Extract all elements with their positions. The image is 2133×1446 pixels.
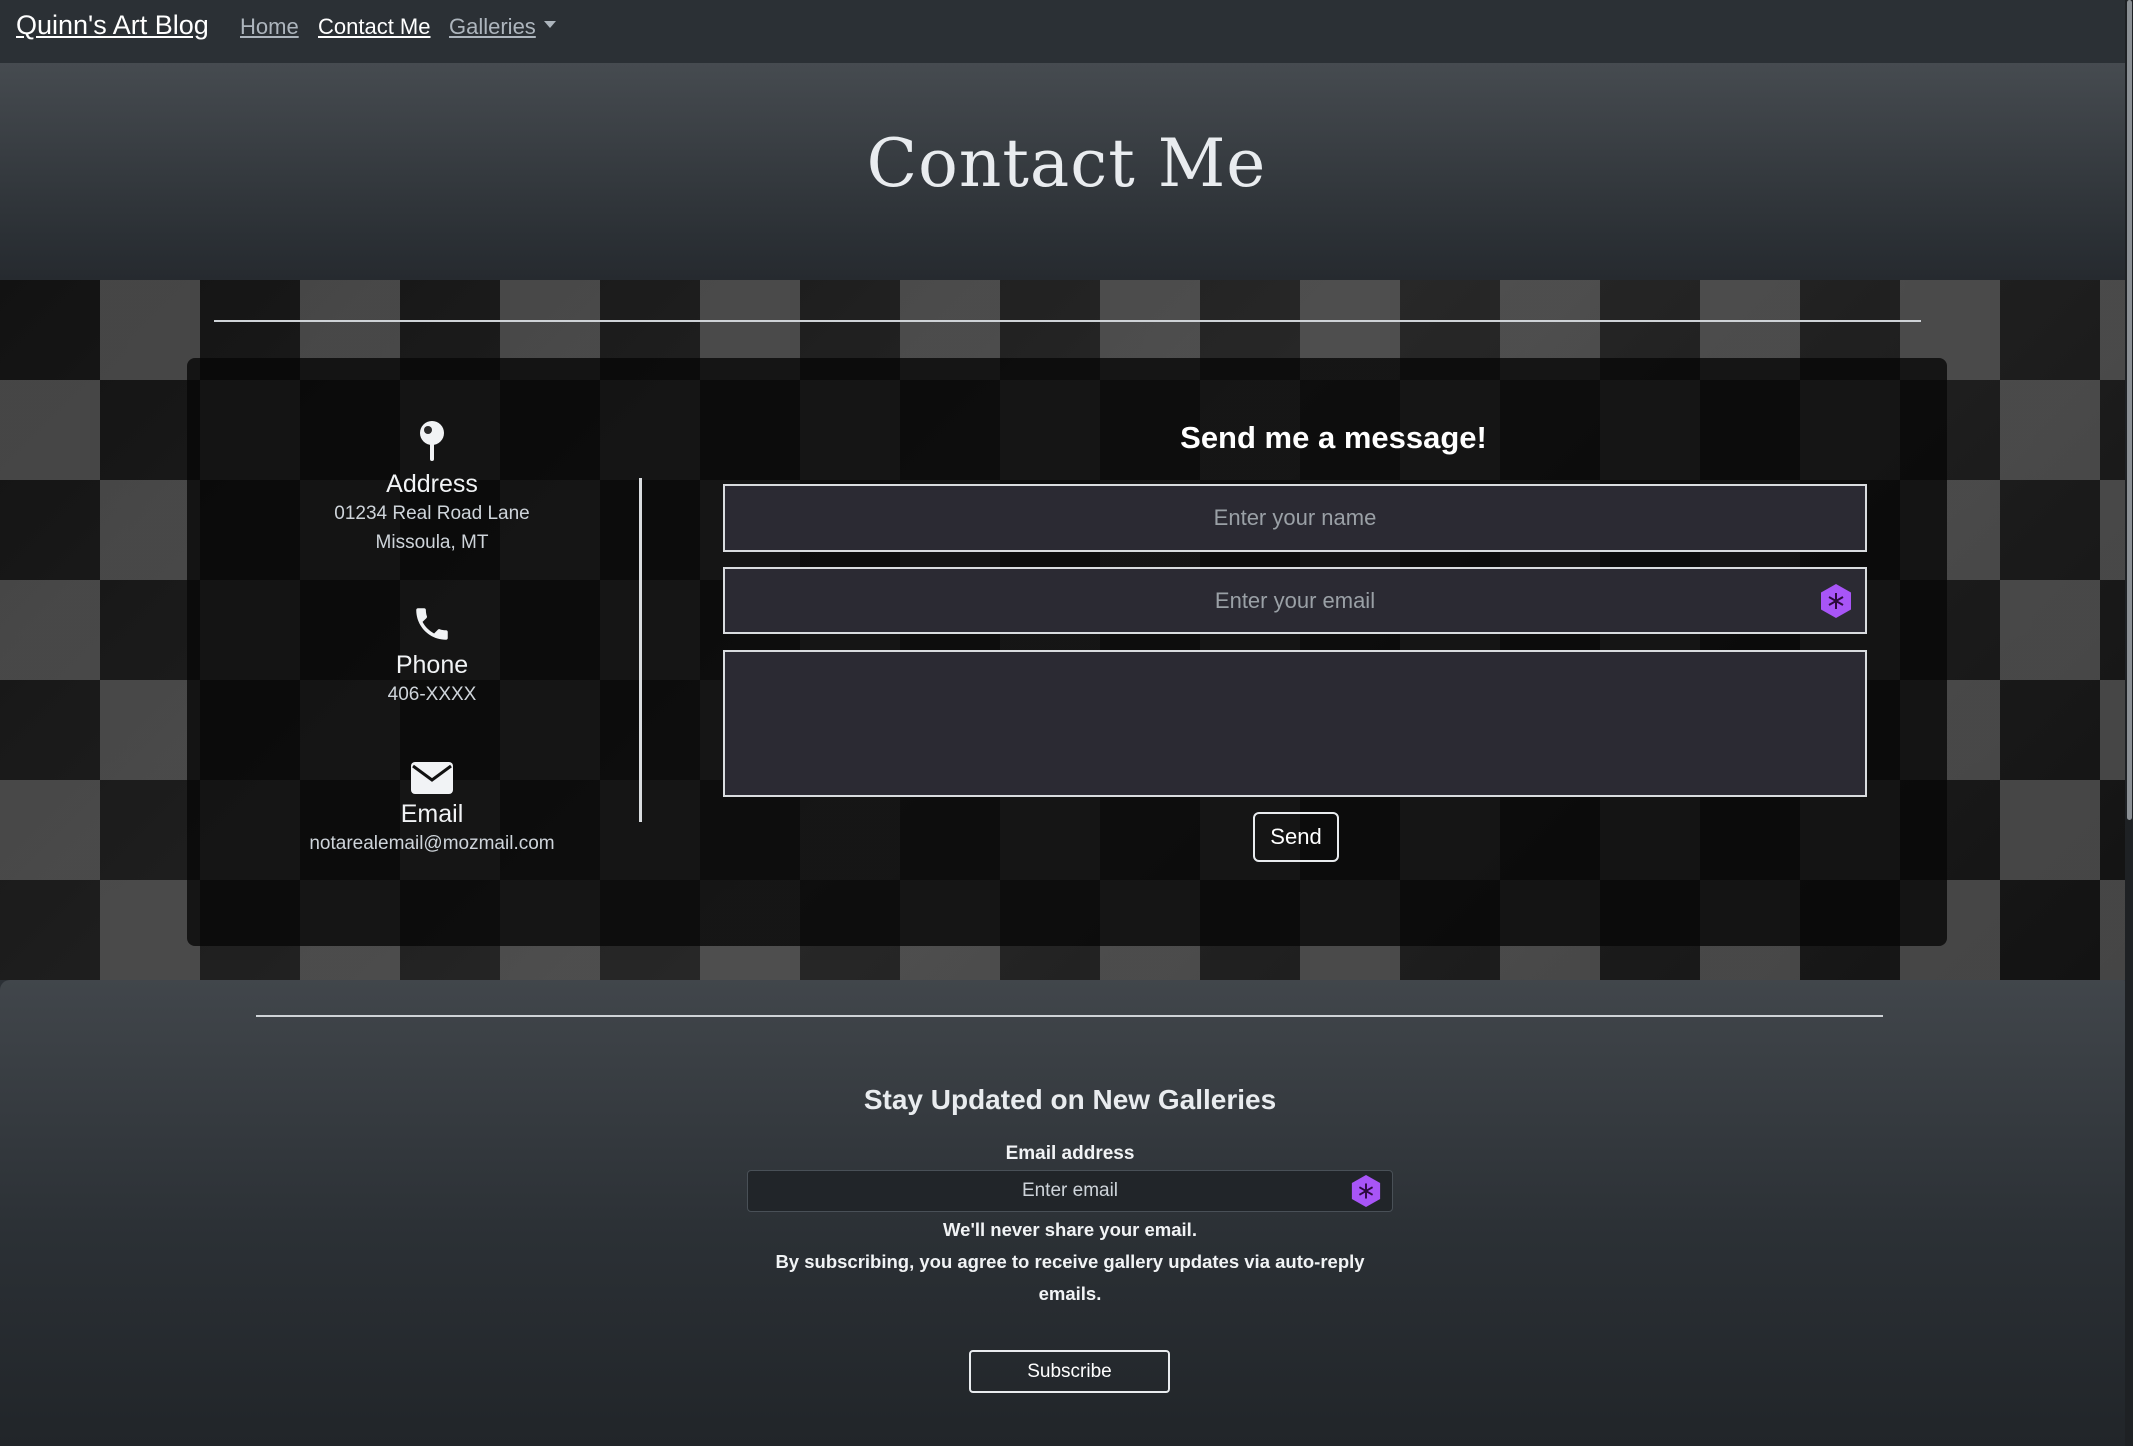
address-line1: 01234 Real Road Lane <box>334 503 530 524</box>
subscribe-button[interactable]: Subscribe <box>969 1350 1170 1393</box>
divider-line <box>256 1015 1883 1017</box>
nav-dropdown-galleries[interactable]: Galleries <box>449 14 556 40</box>
address-line2: Missoula, MT <box>375 532 489 553</box>
phone-icon <box>416 608 448 640</box>
contact-card: Address 01234 Real Road Lane Missoula, M… <box>187 358 1947 946</box>
navbar: Quinn's Art Blog Home Contact Me Galleri… <box>0 0 2133 63</box>
contact-section: Address 01234 Real Road Lane Missoula, M… <box>0 280 2133 980</box>
email-input[interactable]: Enter your email <box>723 567 1867 634</box>
vertical-divider <box>639 478 642 822</box>
nav-link-home[interactable]: Home <box>240 14 299 40</box>
email-input-placeholder: Enter your email <box>1214 588 1376 613</box>
page-scrollbar[interactable] <box>2125 0 2133 1446</box>
scrollbar-thumb[interactable] <box>2127 0 2132 820</box>
password-manager-icon[interactable] <box>1819 583 1853 619</box>
send-button[interactable]: Send <box>1253 812 1339 862</box>
galleries-label: Galleries <box>449 14 536 39</box>
password-manager-icon[interactable] <box>1350 1174 1382 1208</box>
privacy-note: We'll never share your email. <box>943 1219 1197 1240</box>
form-title: Send me a message! <box>1180 420 1487 455</box>
phone-value: 406-XXXX <box>387 684 477 705</box>
nav-link-contact[interactable]: Contact Me <box>318 14 431 40</box>
email-label: Email <box>400 800 464 828</box>
page-header: Contact Me <box>0 63 2133 280</box>
phone-block: Phone 406-XXXX <box>187 603 677 709</box>
subscribe-note: We'll never share your email. By subscri… <box>758 1214 1382 1310</box>
chevron-down-icon <box>543 20 556 28</box>
subscribe-title: Stay Updated on New Galleries <box>863 1084 1277 1115</box>
map-pin-icon <box>420 421 444 461</box>
subscribe-email-placeholder: Enter email <box>1021 1180 1119 1201</box>
brand-link[interactable]: Quinn's Art Blog <box>16 10 209 41</box>
phone-label: Phone <box>395 651 469 679</box>
envelope-icon <box>411 762 453 794</box>
divider-line <box>214 320 1921 322</box>
message-textarea[interactable] <box>723 650 1867 797</box>
name-input[interactable]: Enter your name <box>723 484 1867 552</box>
contact-info: Address 01234 Real Road Lane Missoula, M… <box>187 358 677 946</box>
email-value: notarealemail@mozmail.com <box>309 833 555 854</box>
email-block: Email notarealemail@mozmail.com <box>187 762 677 858</box>
email-address-label: Email address <box>1005 1143 1135 1164</box>
consent-note: By subscribing, you agree to receive gal… <box>775 1251 1365 1304</box>
address-block: Address 01234 Real Road Lane Missoula, M… <box>187 420 677 557</box>
page-title: Contact Me <box>866 125 1267 202</box>
subscribe-email-input[interactable]: Enter email <box>747 1170 1393 1212</box>
address-label: Address <box>386 470 478 498</box>
